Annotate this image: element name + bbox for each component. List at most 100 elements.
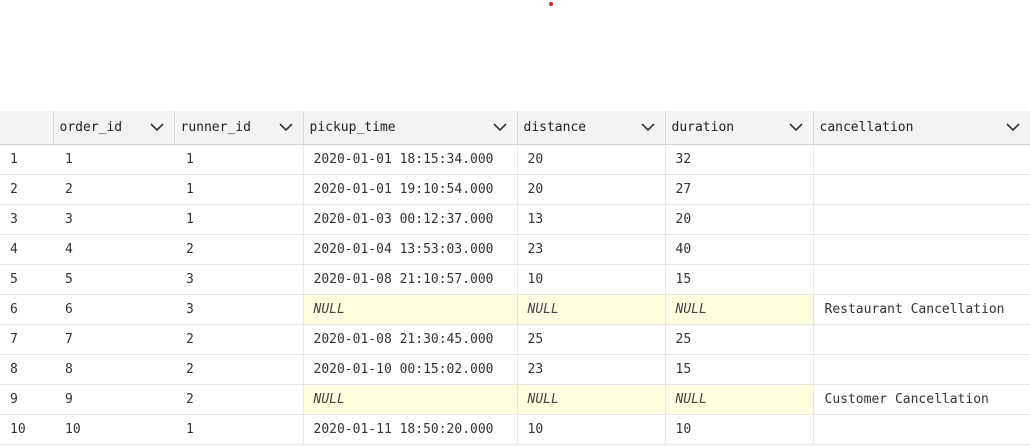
cell-cancellation[interactable] [813, 204, 1030, 235]
table-row[interactable]: 1 1 1 2020-01-01 18:15:34.000 20 32 [0, 144, 1030, 175]
cell-cancellation[interactable]: Customer Cancellation [813, 384, 1030, 415]
cell-order-id[interactable]: 9 [53, 384, 174, 415]
cell-pickup-time[interactable]: 2020-01-08 21:30:45.000 [303, 324, 518, 355]
table-row[interactable]: 9 9 2 NULL NULL NULL Customer Cancellati… [0, 384, 1030, 415]
cell-order-id[interactable]: 2 [53, 174, 174, 205]
cell-distance-null[interactable]: NULL [517, 384, 666, 415]
table-row[interactable]: 5 5 3 2020-01-08 21:10:57.000 10 15 [0, 264, 1030, 295]
cell-runner-id[interactable]: 1 [174, 144, 304, 175]
cell-pickup-time[interactable]: 2020-01-03 00:12:37.000 [303, 204, 518, 235]
header-rownum [0, 111, 54, 145]
table-row[interactable]: 6 6 3 NULL NULL NULL Restaurant Cancella… [0, 294, 1030, 325]
header-duration-label: duration [671, 119, 735, 135]
cell-duration[interactable]: 32 [665, 144, 814, 175]
header-distance[interactable]: distance [517, 111, 666, 145]
cursor-marker [549, 2, 553, 6]
chevron-down-icon[interactable] [1006, 122, 1020, 132]
cell-duration[interactable]: 27 [665, 174, 814, 205]
cell-duration[interactable]: 10 [665, 414, 814, 445]
cell-pickup-time[interactable]: 2020-01-10 00:15:02.000 [303, 354, 518, 385]
cell-runner-id[interactable]: 3 [174, 294, 304, 325]
cell-rownum: 3 [0, 204, 53, 235]
cell-pickup-time[interactable]: 2020-01-08 21:10:57.000 [303, 264, 518, 295]
cell-order-id[interactable]: 3 [53, 204, 174, 235]
cell-distance[interactable]: 23 [517, 354, 666, 385]
cell-cancellation[interactable] [813, 354, 1030, 385]
cell-order-id[interactable]: 4 [53, 234, 174, 265]
cell-cancellation[interactable] [813, 144, 1030, 175]
cell-rownum: 10 [0, 414, 53, 445]
cell-rownum: 6 [0, 294, 53, 325]
cell-runner-id[interactable]: 2 [174, 234, 304, 265]
cell-rownum: 5 [0, 264, 53, 295]
cell-cancellation[interactable] [813, 324, 1030, 355]
header-cancellation[interactable]: cancellation [813, 111, 1030, 145]
table-row[interactable]: 10 10 1 2020-01-11 18:50:20.000 10 10 [0, 414, 1030, 445]
cell-rownum: 2 [0, 174, 53, 205]
cell-distance[interactable]: 20 [517, 144, 666, 175]
cell-distance[interactable]: 23 [517, 234, 666, 265]
header-duration[interactable]: duration [665, 111, 814, 145]
chevron-down-icon[interactable] [278, 122, 293, 132]
cell-order-id[interactable]: 10 [53, 414, 174, 445]
cell-rownum: 8 [0, 354, 53, 385]
chevron-down-icon[interactable] [492, 122, 507, 132]
cell-cancellation[interactable] [813, 264, 1030, 295]
cell-duration-null[interactable]: NULL [665, 294, 814, 325]
header-runner-id-label: runner_id [180, 119, 251, 135]
cell-order-id[interactable]: 5 [53, 264, 174, 295]
cell-pickup-time[interactable]: 2020-01-11 18:50:20.000 [303, 414, 518, 445]
cell-runner-id[interactable]: 3 [174, 264, 304, 295]
table-row[interactable]: 3 3 1 2020-01-03 00:12:37.000 13 20 [0, 204, 1030, 235]
header-order-id[interactable]: order_id [53, 111, 175, 145]
header-order-id-label: order_id [59, 119, 123, 135]
cell-duration[interactable]: 15 [665, 354, 814, 385]
cell-distance-null[interactable]: NULL [517, 294, 666, 325]
cell-duration[interactable]: 20 [665, 204, 814, 235]
table-row[interactable]: 2 2 1 2020-01-01 19:10:54.000 20 27 [0, 174, 1030, 205]
cell-order-id[interactable]: 1 [53, 144, 174, 175]
cell-order-id[interactable]: 6 [53, 294, 174, 325]
cell-pickup-time[interactable]: 2020-01-04 13:53:03.000 [303, 234, 518, 265]
cell-distance[interactable]: 13 [517, 204, 666, 235]
cell-runner-id[interactable]: 1 [174, 174, 304, 205]
cell-rownum: 7 [0, 324, 53, 355]
cell-distance[interactable]: 25 [517, 324, 666, 355]
table-row[interactable]: 7 7 2 2020-01-08 21:30:45.000 25 25 [0, 324, 1030, 355]
header-runner-id[interactable]: runner_id [174, 111, 304, 145]
header-distance-label: distance [523, 119, 587, 135]
table-row[interactable]: 4 4 2 2020-01-04 13:53:03.000 23 40 [0, 234, 1030, 265]
cell-runner-id[interactable]: 2 [174, 354, 304, 385]
cell-cancellation[interactable] [813, 234, 1030, 265]
cell-duration[interactable]: 25 [665, 324, 814, 355]
chevron-down-icon[interactable] [149, 122, 164, 132]
cell-order-id[interactable]: 7 [53, 324, 174, 355]
cell-runner-id[interactable]: 1 [174, 204, 304, 235]
chevron-down-icon[interactable] [640, 122, 655, 132]
header-row: order_id runner_id pickup_time distance [0, 111, 1030, 145]
table-row[interactable]: 8 8 2 2020-01-10 00:15:02.000 23 15 [0, 354, 1030, 385]
cell-rownum: 9 [0, 384, 53, 415]
header-pickup-time[interactable]: pickup_time [303, 111, 518, 145]
cell-distance[interactable]: 10 [517, 264, 666, 295]
cell-runner-id[interactable]: 2 [174, 384, 304, 415]
cell-order-id[interactable]: 8 [53, 354, 174, 385]
results-grid: order_id runner_id pickup_time distance [0, 111, 1030, 445]
cell-duration[interactable]: 40 [665, 234, 814, 265]
cell-duration[interactable]: 15 [665, 264, 814, 295]
cell-cancellation[interactable]: Restaurant Cancellation [813, 294, 1030, 325]
chevron-down-icon[interactable] [788, 122, 803, 132]
cell-pickup-time[interactable]: 2020-01-01 19:10:54.000 [303, 174, 518, 205]
cell-rownum: 4 [0, 234, 53, 265]
header-pickup-time-label: pickup_time [309, 119, 396, 135]
cell-pickup-time[interactable]: 2020-01-01 18:15:34.000 [303, 144, 518, 175]
cell-runner-id[interactable]: 2 [174, 324, 304, 355]
cell-cancellation[interactable] [813, 414, 1030, 445]
cell-distance[interactable]: 20 [517, 174, 666, 205]
cell-cancellation[interactable] [813, 174, 1030, 205]
cell-duration-null[interactable]: NULL [665, 384, 814, 415]
cell-pickup-time-null[interactable]: NULL [303, 294, 518, 325]
cell-distance[interactable]: 10 [517, 414, 666, 445]
cell-runner-id[interactable]: 1 [174, 414, 304, 445]
cell-pickup-time-null[interactable]: NULL [303, 384, 518, 415]
